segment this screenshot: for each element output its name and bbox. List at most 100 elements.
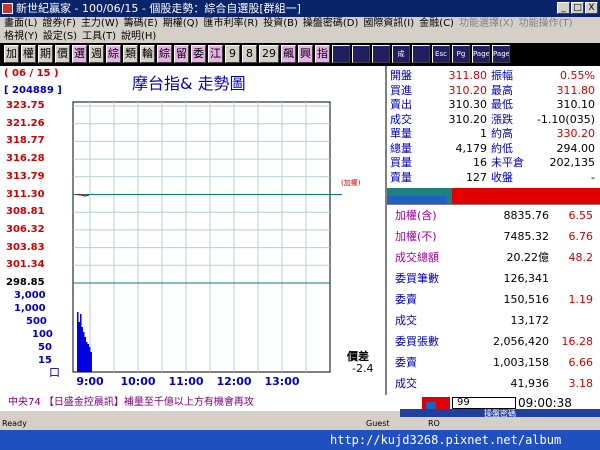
menu2-item-0[interactable]: 格視(Y) <box>4 31 38 42</box>
index-value-3: 126,341 <box>503 272 550 285</box>
status-ready: Ready <box>2 419 27 428</box>
menu2-item-2[interactable]: 工具(T) <box>82 31 116 42</box>
menu-item-7[interactable]: 操盤密碼(D) <box>303 18 359 29</box>
toolbar-button-6[interactable]: 綜 <box>106 45 121 63</box>
toolbar-button-27[interactable]: Page <box>492 45 510 63</box>
index-value-8: 41,936 <box>510 377 550 390</box>
menu-item-1[interactable]: 證券(F) <box>42 18 76 29</box>
x-tick-label-4: 13:00 <box>264 375 299 388</box>
menu-item-4[interactable]: 期權(Q) <box>163 18 199 29</box>
toolbar-button-7[interactable]: 類 <box>123 45 138 63</box>
menu-item-9[interactable]: 金融(C) <box>419 18 454 29</box>
index-label-3: 委買筆數 <box>395 272 439 285</box>
toolbar-button-3[interactable]: 價 <box>55 45 70 63</box>
menu2-item-3[interactable]: 說明(H) <box>121 31 156 42</box>
toolbar-button-24[interactable]: Esc <box>432 45 450 63</box>
toolbar-button-21[interactable] <box>372 45 390 63</box>
toolbar-button-10[interactable]: 留 <box>174 45 189 63</box>
toolbar-button-23[interactable] <box>412 45 430 63</box>
volume-bar <box>80 314 82 372</box>
quote-label-7: 賣量 <box>390 170 412 184</box>
menu-item-2[interactable]: 主力(W) <box>81 18 119 29</box>
volume-bar <box>87 344 89 372</box>
index-change-4: 1.19 <box>568 293 594 306</box>
quote-value2-3: -1.10(035) <box>536 112 595 126</box>
toolbar-button-18[interactable]: 指 <box>315 45 330 63</box>
quote-label2-0: 振幅 <box>491 69 513 82</box>
toolbar-button-0[interactable]: 加 <box>4 45 19 63</box>
quote-label-2: 賣出 <box>390 98 412 111</box>
toolbar-button-4[interactable]: 選 <box>72 45 87 63</box>
window-title: 新世紀贏家 - 100/06/15 - 個股走勢：綜合自選股[群組一] <box>16 2 301 15</box>
x-tick-label-1: 10:00 <box>120 375 155 388</box>
spread-value: -2.4 <box>352 362 374 375</box>
menu-bar-1: 畫面(L) 證券(F) 主力(W) 籌碼(E) 期權(Q) 匯市利率(R) 投資(B) 操盤密… <box>0 17 600 30</box>
minimize-button[interactable]: _ <box>557 2 570 14</box>
index-label-5: 成交 <box>395 314 417 327</box>
price-plot: 9:00 10:00 11:00 12:00 13:00 <box>72 101 342 388</box>
index-value-6: 2,056,420 <box>493 335 549 348</box>
close-button[interactable]: X <box>585 2 598 14</box>
toolbar-button-13[interactable]: 9 <box>225 45 240 63</box>
index-label-0: 加權(含) <box>395 209 437 222</box>
index-change-7: 6.66 <box>568 356 594 369</box>
toolbar-button-5[interactable]: 週 <box>89 45 104 63</box>
quote-label2-1: 最高 <box>491 83 513 97</box>
quote-label-5: 總量 <box>390 141 412 155</box>
quote-label-1: 買進 <box>390 83 412 97</box>
toolbar-button-25[interactable]: Pg <box>452 45 470 63</box>
quote-label2-2: 最低 <box>491 98 513 111</box>
menu-item-6[interactable]: 投資(B) <box>263 18 298 29</box>
toolbar-button-15[interactable]: 29 <box>259 45 279 63</box>
toolbar-button-20[interactable] <box>352 45 370 63</box>
x-tick-label-2: 11:00 <box>168 375 203 388</box>
toolbar-button-11[interactable]: 委 <box>191 45 206 63</box>
menu-item-5[interactable]: 匯市利率(R) <box>203 18 258 29</box>
index-change-8: 3.18 <box>568 377 594 390</box>
toolbar-button-16[interactable]: 飆 <box>281 45 296 63</box>
index-value-1: 7485.32 <box>503 230 550 243</box>
quote-label-6: 買量 <box>390 156 412 169</box>
toolbar-button-1[interactable]: 權 <box>21 45 36 63</box>
quote-value2-0: 0.55% <box>560 69 595 82</box>
menu-item-3[interactable]: 籌碼(E) <box>124 18 158 29</box>
index-label-2: 成交總額 <box>395 251 439 264</box>
reference-label: (加權) <box>341 179 361 187</box>
volume-bar <box>86 342 88 372</box>
quote-label-4: 單量 <box>390 127 412 140</box>
quote-value-5: 4,179 <box>455 141 488 155</box>
menu2-item-1[interactable]: 設定(S) <box>43 31 77 42</box>
toolbar-button-9[interactable]: 綜 <box>157 45 172 63</box>
menu-item-10[interactable]: 功能選擇(X) <box>459 18 514 29</box>
index-change-0: 6.55 <box>568 209 594 222</box>
toolbar-button-14[interactable]: 8 <box>242 45 257 63</box>
index-change-6: 16.28 <box>561 335 594 348</box>
quote-value-2: 310.30 <box>448 98 488 111</box>
quote-label2-5: 約低 <box>491 141 513 155</box>
quote-value-7: 127 <box>466 170 487 184</box>
toolbar-button-19[interactable] <box>332 45 350 63</box>
toolbar-button-2[interactable]: 期 <box>38 45 53 63</box>
maximize-button[interactable]: □ <box>571 2 584 14</box>
quote-value-1: 310.20 <box>448 83 488 97</box>
clock-field: 99 <box>452 397 516 409</box>
menu-item-11[interactable]: 功能操作(T) <box>519 18 573 29</box>
status-user: Guest <box>366 419 390 428</box>
toolbar-button-26[interactable]: Page <box>472 45 490 63</box>
toolbar-button-22[interactable]: 成 <box>392 45 410 63</box>
quote-value2-2: 310.10 <box>556 98 596 111</box>
toolbar-button-8[interactable]: 輪 <box>140 45 155 63</box>
status-mode: RO <box>428 419 440 428</box>
quote-value-6: 16 <box>473 156 487 169</box>
menu-item-8[interactable]: 國際資訊(I) <box>363 18 414 29</box>
index-label-8: 成交 <box>395 377 417 390</box>
quote-value2-7: - <box>591 170 595 184</box>
toolbar-button-12[interactable]: 江 <box>208 45 223 63</box>
quote-value-3: 310.20 <box>448 112 488 126</box>
index-value-5: 13,172 <box>510 314 550 327</box>
index-label-7: 委賣 <box>395 356 417 369</box>
menu-item-0[interactable]: 畫面(L) <box>4 18 37 29</box>
toolbar-button-17[interactable]: 興 <box>298 45 313 63</box>
news-ticker[interactable]: 中央74 【日盛金控晨訊】補量至千億以上方有機會再攻 <box>0 395 420 411</box>
index-value-4: 150,516 <box>503 293 550 306</box>
